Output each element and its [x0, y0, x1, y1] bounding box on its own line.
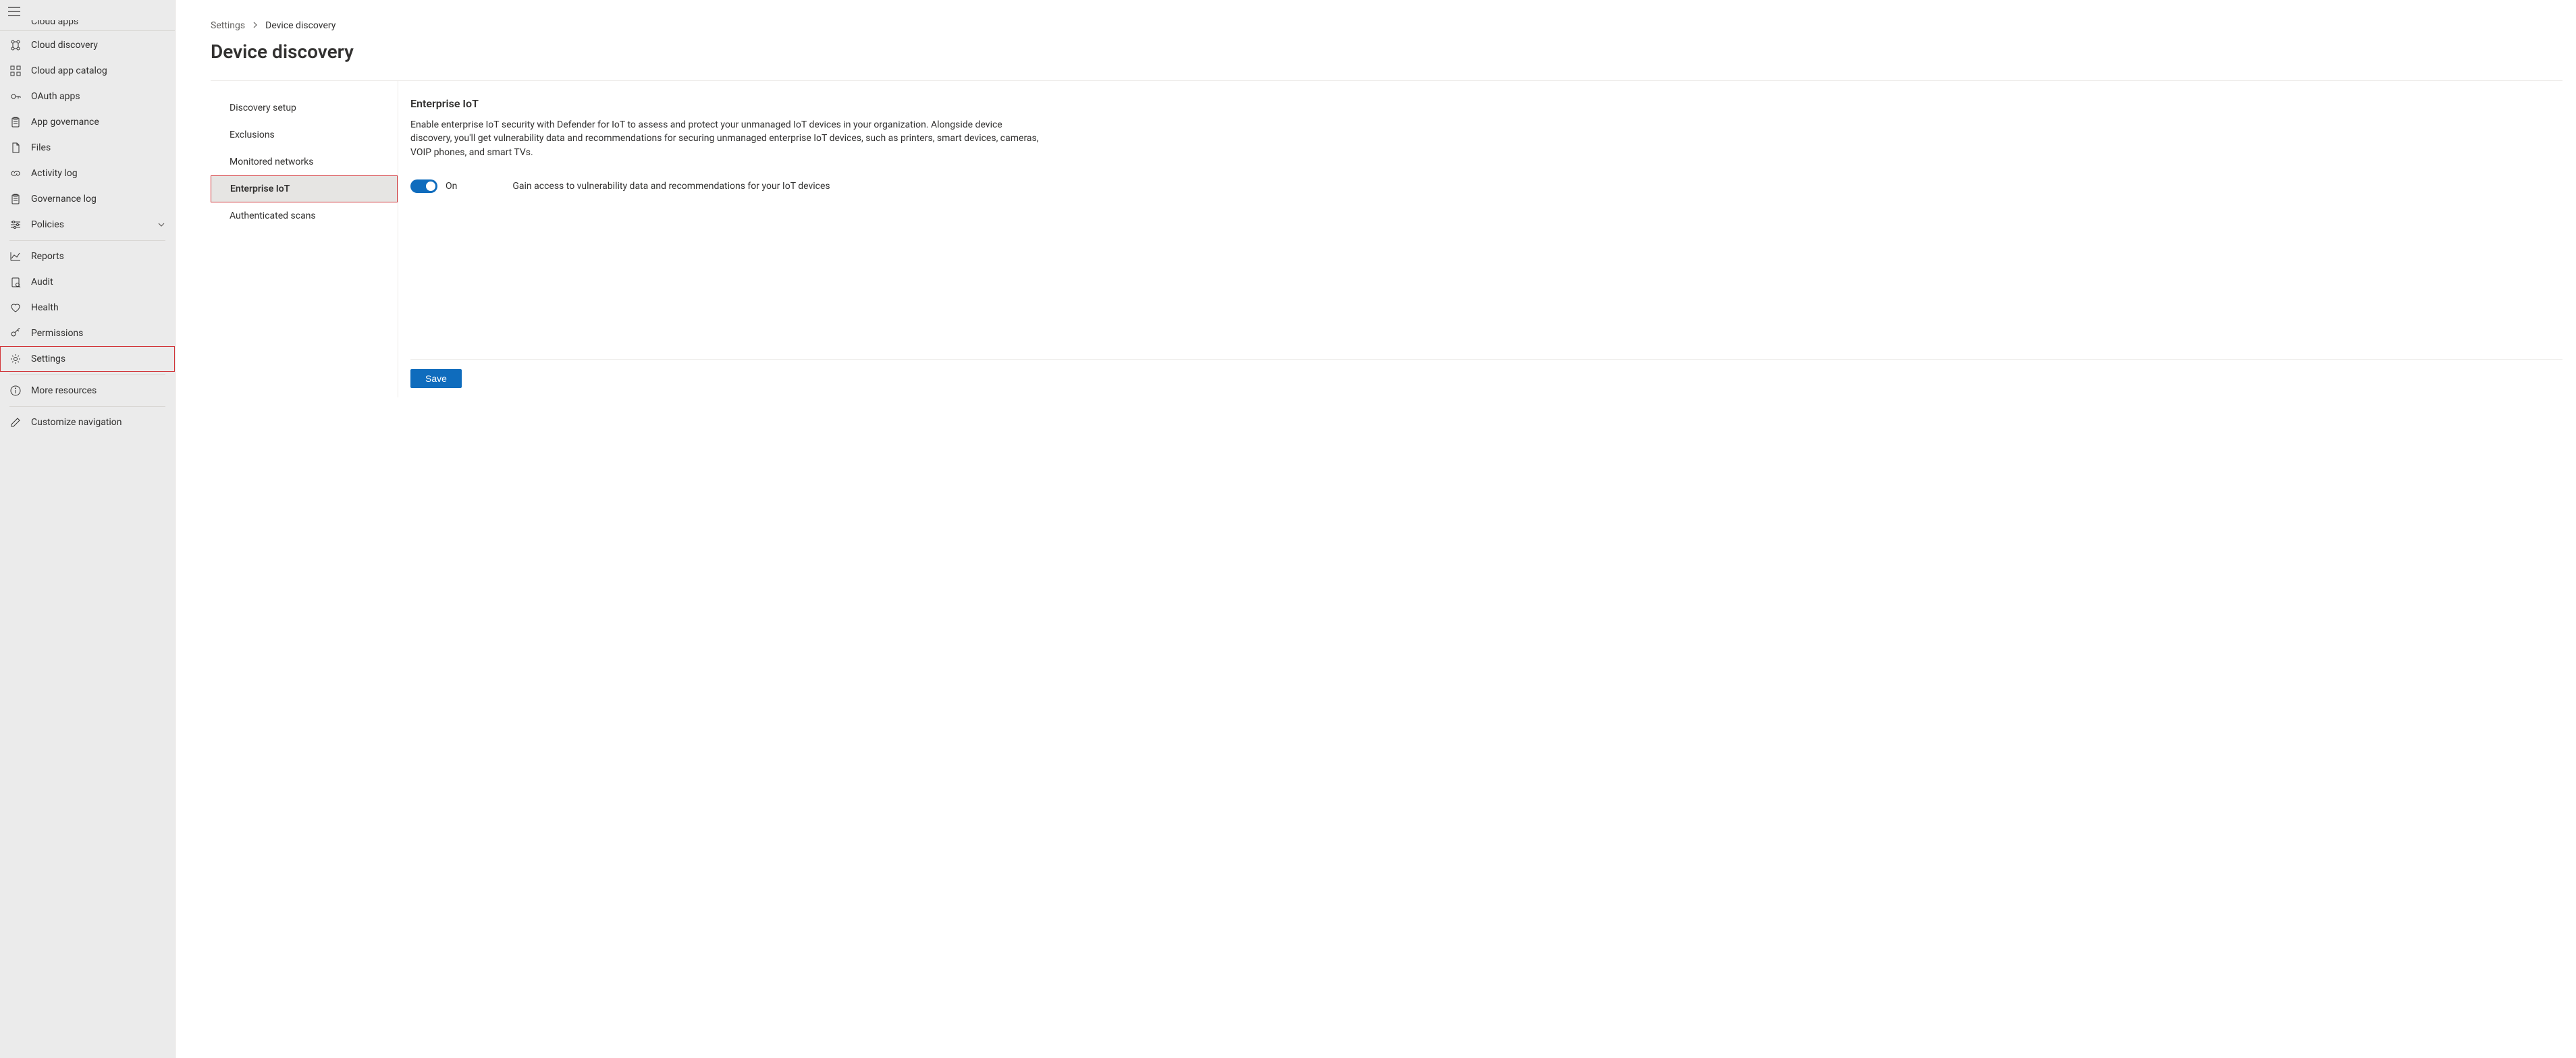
detail-pane: Enterprise IoT Enable enterprise IoT sec…: [398, 81, 2562, 397]
content-panel: Discovery setup Exclusions Monitored net…: [211, 80, 2562, 397]
page-title: Device discovery: [211, 40, 2576, 63]
sidebar-item-label: Activity log: [31, 168, 165, 179]
sidebar-item-more-resources[interactable]: More resources: [0, 378, 175, 403]
sidebar-item-label: Governance log: [31, 194, 165, 204]
clipboard-icon: [9, 116, 22, 128]
sidebar-item-activity-log[interactable]: Activity log: [0, 161, 175, 186]
permissions-icon: [9, 327, 22, 339]
heart-icon: [9, 302, 22, 314]
hamburger-icon: [8, 7, 20, 16]
gear-icon: [9, 353, 22, 365]
breadcrumb-device-discovery[interactable]: Device discovery: [265, 20, 336, 31]
sidebar-nav: Cloud apps Cloud discovery Cloud app cat…: [0, 20, 175, 1058]
detail-heading: Enterprise IoT: [410, 97, 2562, 110]
sidebar-separator: [9, 240, 165, 241]
sidebar-item-label: App governance: [31, 117, 165, 128]
link-icon: [9, 167, 22, 179]
sidebar-item-label: Cloud apps: [31, 20, 165, 27]
enterprise-iot-toggle[interactable]: [410, 179, 437, 193]
chart-icon: [9, 250, 22, 262]
sidebar-item-label: Files: [31, 142, 165, 153]
sidebar-separator: [9, 406, 165, 407]
sidebar-separator: [9, 374, 165, 375]
sidebar-item-audit[interactable]: Audit: [0, 269, 175, 295]
subnav-item-label: Exclusions: [230, 130, 275, 140]
sidebar-item-label: Settings: [31, 354, 165, 364]
sidebar-item-cloud-apps[interactable]: Cloud apps: [0, 20, 175, 31]
sidebar-item-label: Policies: [31, 219, 148, 230]
toggle-hint: Gain access to vulnerability data and re…: [512, 181, 830, 192]
clipboard-icon: [9, 193, 22, 205]
chevron-down-icon: [157, 221, 165, 229]
subnav-item-label: Monitored networks: [230, 157, 313, 167]
hamburger-menu-button[interactable]: [0, 3, 175, 20]
sidebar-item-settings[interactable]: Settings: [0, 346, 175, 372]
sidebar-item-cloud-discovery[interactable]: Cloud discovery: [0, 32, 175, 58]
key-icon: [9, 90, 22, 103]
sidebar-item-label: Reports: [31, 251, 165, 262]
sliders-icon: [9, 219, 22, 231]
breadcrumb-settings[interactable]: Settings: [211, 20, 245, 31]
sidebar-item-reports[interactable]: Reports: [0, 244, 175, 269]
subnav-item-label: Authenticated scans: [230, 211, 316, 221]
info-icon: [9, 385, 22, 397]
sidebar-item-permissions[interactable]: Permissions: [0, 321, 175, 346]
sidebar-item-label: Permissions: [31, 328, 165, 339]
grid-icon: [9, 65, 22, 77]
sidebar-item-governance-log[interactable]: Governance log: [0, 186, 175, 212]
doc-icon: [9, 142, 22, 154]
sidebar-item-customize-navigation[interactable]: Customize navigation: [0, 410, 175, 435]
sidebar-item-label: Cloud app catalog: [31, 65, 165, 76]
detail-description: Enable enterprise IoT security with Defe…: [410, 118, 1045, 159]
pencil-icon: [9, 416, 22, 428]
breadcrumb: Settings Device discovery: [211, 20, 2576, 31]
chevron-right-icon: [252, 20, 259, 31]
sidebar-item-label: More resources: [31, 385, 165, 396]
subnav-item-authenticated-scans[interactable]: Authenticated scans: [211, 202, 398, 229]
subnav-item-exclusions[interactable]: Exclusions: [211, 121, 398, 148]
main-content: Settings Device discovery Device discove…: [176, 0, 2576, 1058]
sidebar-item-label: Health: [31, 302, 165, 313]
subnav-item-enterprise-iot[interactable]: Enterprise IoT: [211, 175, 398, 202]
sidebar-item-cloud-app-catalog[interactable]: Cloud app catalog: [0, 58, 175, 84]
audit-icon: [9, 276, 22, 288]
sidebar-item-policies[interactable]: Policies: [0, 212, 175, 238]
sidebar-item-files[interactable]: Files: [0, 135, 175, 161]
sidebar-item-health[interactable]: Health: [0, 295, 175, 321]
subnav-item-label: Discovery setup: [230, 103, 296, 113]
save-button[interactable]: Save: [410, 369, 462, 388]
sidebar-item-label: Cloud discovery: [31, 40, 165, 51]
detail-footer: Save: [410, 359, 2562, 397]
subnav-item-discovery-setup[interactable]: Discovery setup: [211, 94, 398, 121]
subnav-item-monitored-networks[interactable]: Monitored networks: [211, 148, 398, 175]
org-icon: [9, 39, 22, 51]
toggle-knob: [426, 182, 435, 191]
subnav-item-label: Enterprise IoT: [230, 184, 290, 194]
sidebar-item-app-governance[interactable]: App governance: [0, 109, 175, 135]
sidebar-item-oauth-apps[interactable]: OAuth apps: [0, 84, 175, 109]
sidebar-item-label: OAuth apps: [31, 91, 165, 102]
cloud-apps-icon: [9, 20, 22, 31]
toggle-state-label: On: [446, 181, 457, 192]
toggle-row: On Gain access to vulnerability data and…: [410, 179, 2562, 193]
sidebar: Cloud apps Cloud discovery Cloud app cat…: [0, 0, 176, 1058]
sidebar-item-label: Customize navigation: [31, 417, 165, 428]
subnav: Discovery setup Exclusions Monitored net…: [211, 81, 398, 397]
sidebar-item-label: Audit: [31, 277, 165, 287]
